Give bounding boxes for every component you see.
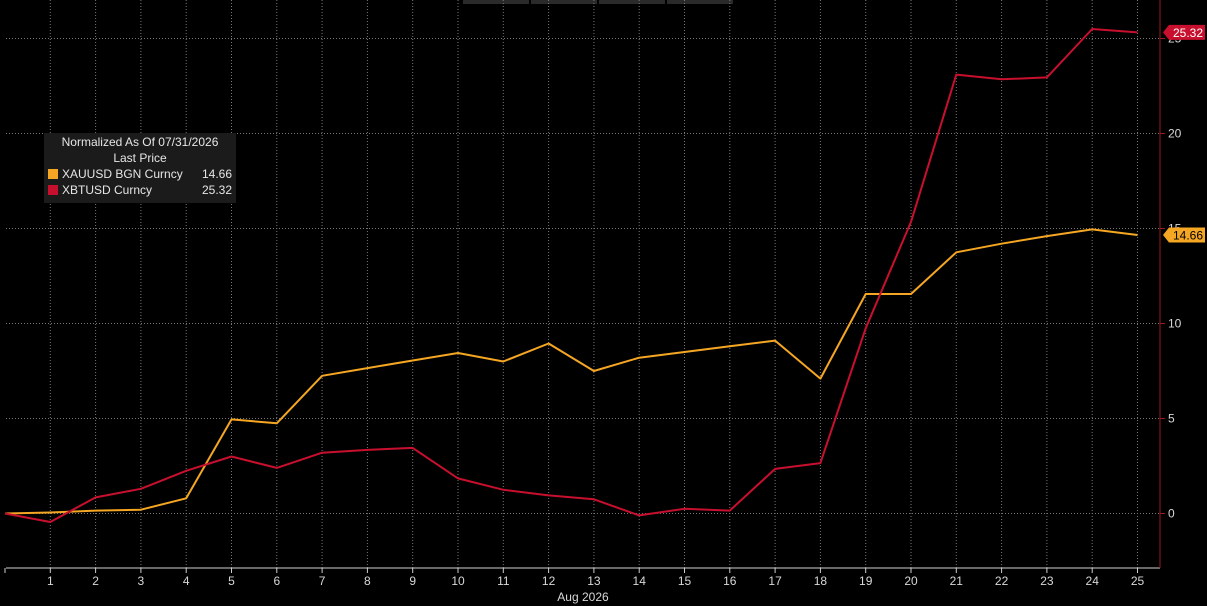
x-tick-label: 17 — [768, 574, 782, 588]
x-tick-label: 11 — [497, 574, 510, 588]
x-tick-label: 18 — [814, 574, 828, 588]
x-tick-label: 3 — [138, 574, 145, 588]
x-tick-label: 22 — [995, 574, 1009, 588]
legend-item-xbtusd: XBTUSD Curncy 25.32 — [48, 182, 232, 198]
legend-item-xauusd: XAUUSD BGN Curncy 14.66 — [48, 166, 232, 182]
x-tick-label: 8 — [364, 574, 371, 588]
legend-name: XBTUSD Curncy — [62, 183, 153, 197]
x-tick-label: 10 — [451, 574, 465, 588]
series-line — [4, 28, 1138, 523]
legend-swatch-xbtusd — [48, 185, 58, 195]
series-line — [4, 228, 1138, 515]
legend-swatch-xauusd — [48, 169, 58, 179]
legend-value: 14.66 — [201, 167, 232, 181]
x-tick-label: 5 — [228, 574, 235, 588]
x-tick-label: 14 — [633, 574, 647, 588]
y-tick-label: 20 — [1168, 127, 1182, 141]
x-tick-label: 1 — [47, 574, 54, 588]
legend-title: Normalized As Of 07/31/2026 — [61, 135, 219, 149]
legend-value: 25.32 — [201, 183, 232, 197]
x-tick-label: 4 — [183, 574, 190, 588]
last-value-label: 14.66 — [1173, 228, 1203, 242]
x-tick-label: 7 — [319, 574, 326, 588]
x-tick-label: 12 — [542, 574, 556, 588]
y-tick-label: 0 — [1168, 507, 1175, 521]
y-tick-label: 5 — [1168, 412, 1175, 426]
chart-legend: Normalized As Of 07/31/2026 Last Price X… — [44, 133, 236, 203]
x-tick-label: 21 — [950, 574, 964, 588]
line-chart: 0510152025123456789101112131415161718192… — [4, 0, 1205, 604]
x-tick-label: 24 — [1086, 574, 1100, 588]
y-tick-label: 10 — [1168, 317, 1182, 331]
x-tick-label: 9 — [409, 574, 416, 588]
legend-name: XAUUSD BGN Curncy — [62, 167, 183, 181]
x-tick-label: 23 — [1040, 574, 1054, 588]
x-axis-label: Aug 2026 — [557, 590, 609, 604]
x-tick-label: 13 — [587, 574, 601, 588]
last-value-label: 25.32 — [1173, 26, 1203, 40]
x-tick-label: 16 — [723, 574, 737, 588]
x-tick-label: 6 — [273, 574, 280, 588]
legend-subtitle: Last Price — [113, 151, 167, 165]
x-tick-label: 19 — [859, 574, 873, 588]
x-tick-label: 15 — [678, 574, 692, 588]
x-tick-label: 20 — [904, 574, 918, 588]
x-tick-label: 25 — [1131, 574, 1145, 588]
x-tick-label: 2 — [92, 574, 99, 588]
